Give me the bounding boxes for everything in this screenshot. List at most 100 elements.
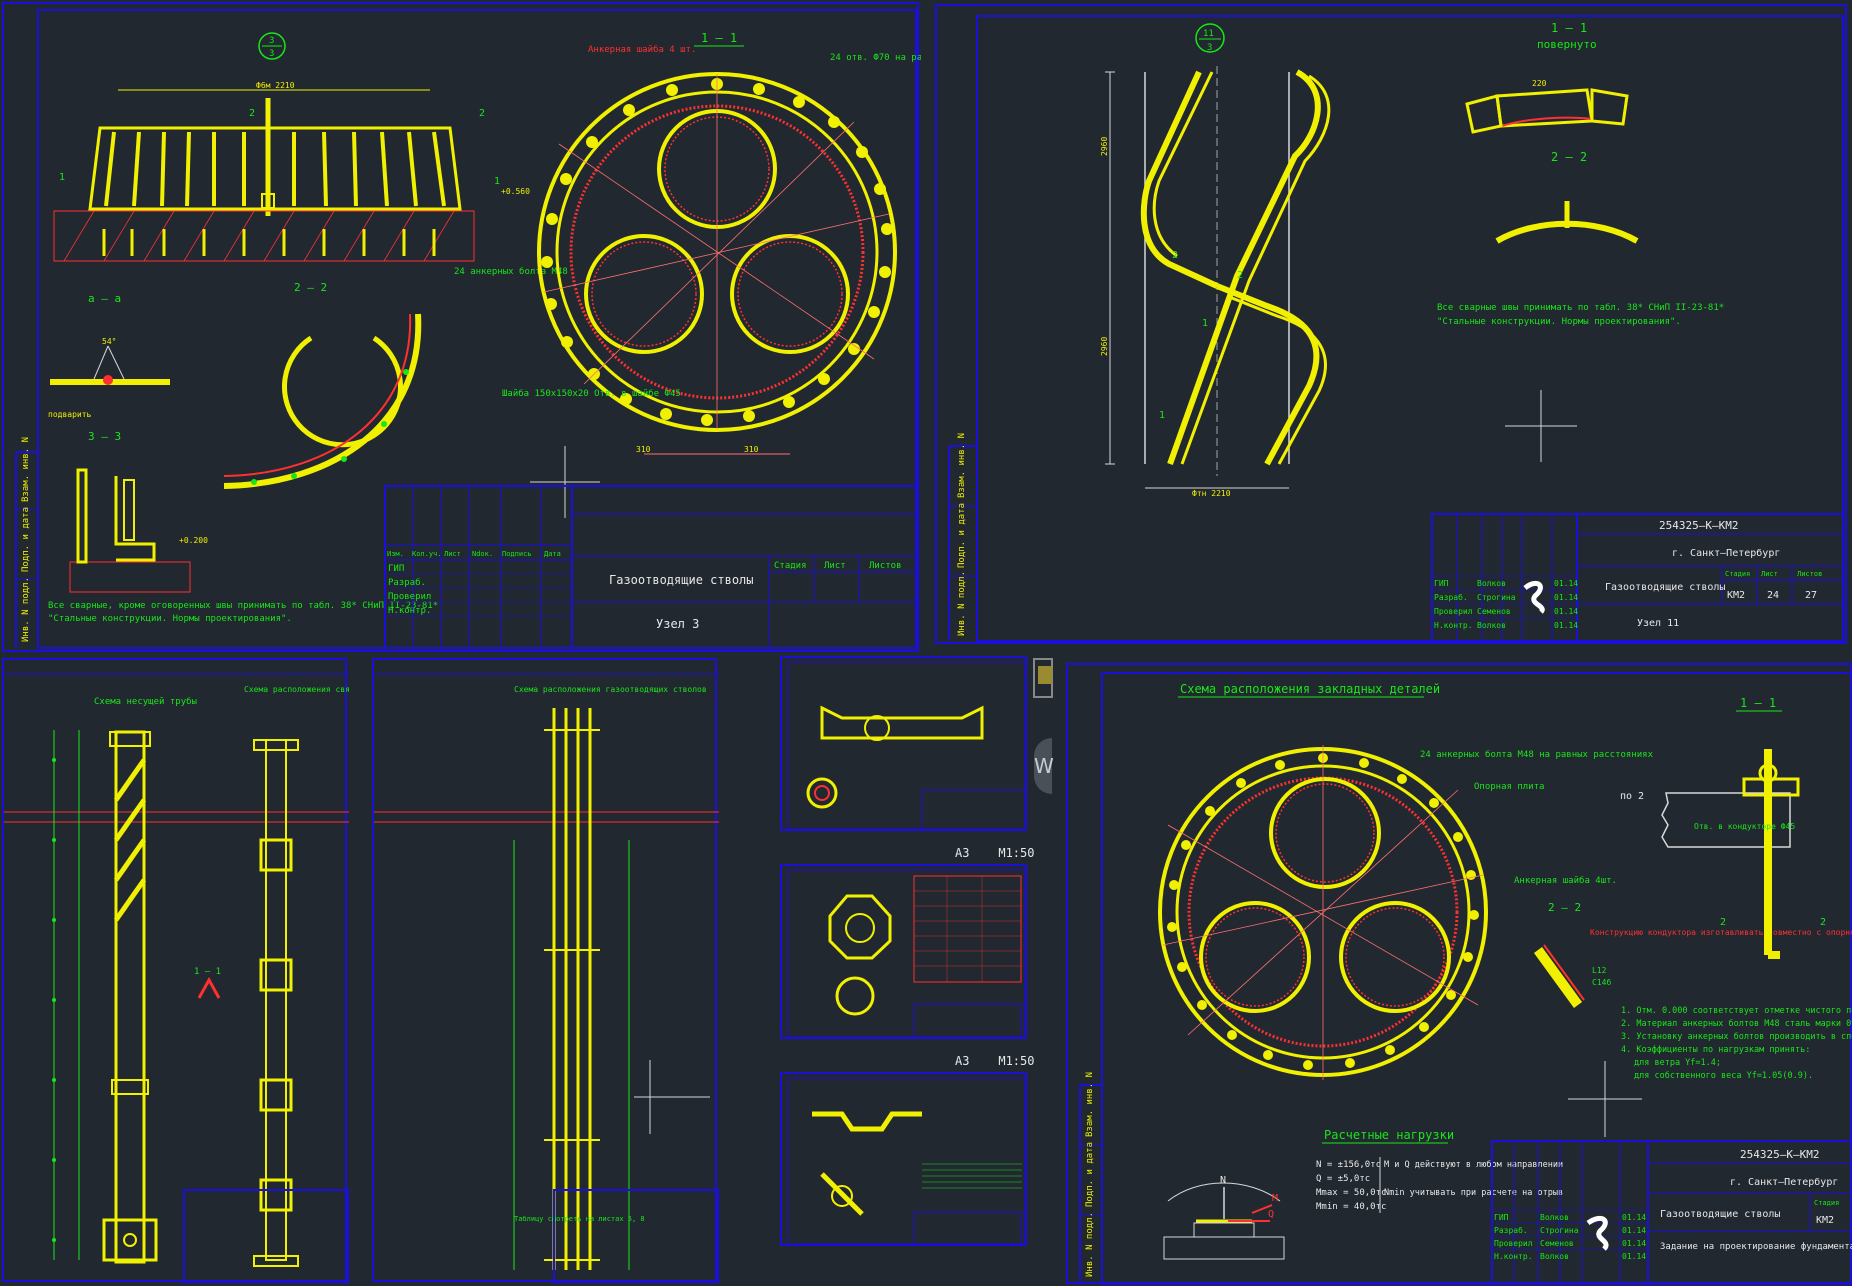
tb-header: Изм.	[387, 550, 404, 558]
thumbnail-format: А3 М1:50	[955, 846, 1034, 860]
load-value: Mmin = 40,0тс	[1316, 1202, 1386, 1212]
callout: по 2	[1620, 791, 1644, 802]
drawing-sheet-stacks-layout[interactable]: Схема расположения газоотводящих стволов…	[372, 658, 719, 1284]
svg-text:2: 2	[249, 108, 255, 119]
callout: L12	[1592, 966, 1607, 975]
thumbnail-canvas	[787, 1077, 1026, 1245]
thumbnail-sheet-1[interactable]	[780, 656, 1027, 831]
drawing-note: "Стальные конструкции. Нормы проектирова…	[48, 614, 292, 624]
dimension: Ф6м 2210	[256, 81, 295, 90]
dimension: 2960	[1100, 337, 1109, 356]
tb-role: Н.контр.	[1494, 1252, 1533, 1261]
thumbnail-scale-label: М1:50	[998, 1054, 1035, 1068]
tb-city: г. Санкт–Петербург	[1672, 547, 1780, 559]
view-title: Схема расположения закладных деталей	[1180, 682, 1440, 696]
drawing-sheet-foundation-task[interactable]: Взам. инв. N Подп. и дата Инв. N подл. С…	[1066, 663, 1852, 1285]
callout: 24 анкерных болта М48	[454, 266, 568, 277]
section-title: 1 – 1	[1740, 696, 1776, 710]
tb-sheets-label: Листов	[869, 561, 902, 571]
sheet-bearing-pipe-canvas: Схема несущей трубы Схема расположения с…	[4, 673, 349, 1284]
thumbnail-sheet-2[interactable]	[780, 864, 1027, 1039]
callout: 24 анкерных болта М48 на равных расстоян…	[1420, 749, 1654, 760]
callout: Конструкцию кондуктора изготавливать сов…	[1590, 927, 1852, 937]
tb-code: 254325–К–КМ2	[1659, 519, 1738, 532]
thumbnail-canvas	[787, 869, 1026, 1038]
tb-stage-label: Стадия	[1814, 1199, 1839, 1207]
tb-date: 01.14	[1622, 1252, 1646, 1261]
tb-role: Проверил	[1434, 607, 1473, 616]
elevation-mark: +0.560	[501, 187, 530, 196]
note-line: для собственного веса Yf=1.05(0.9).	[1634, 1070, 1813, 1081]
callout: подварить	[48, 410, 92, 419]
tb-name: Семенов	[1477, 607, 1511, 616]
collapsed-panel-tab[interactable]: W	[1034, 738, 1054, 794]
tb-sheets-value: 27	[1805, 590, 1817, 601]
tb-node: Узел 3	[656, 617, 699, 631]
tb-name: Волков	[1477, 579, 1506, 588]
thumbnail-strip-small[interactable]	[1033, 658, 1053, 698]
drawing-sheet-node-3[interactable]: Взам. инв. N Подп. и дата Инв. N подл. 3…	[2, 2, 921, 652]
tb-role: Разраб.	[1494, 1225, 1528, 1235]
svg-text:1: 1	[1202, 318, 1208, 329]
thumbnail-scale-label: М1:50	[998, 846, 1035, 860]
view-title: Схема несущей трубы	[94, 696, 197, 707]
tb-name: Волков	[1540, 1252, 1569, 1261]
tb-stage-value: КМ2	[1816, 1215, 1834, 1226]
thumbnail-sheet-3[interactable]	[780, 1072, 1027, 1246]
sheet-foundation-task-canvas: Взам. инв. N Подп. и дата Инв. N подл. С…	[1079, 672, 1852, 1285]
angle-dim: 54°	[102, 337, 116, 346]
view-label: 2 – 2	[294, 281, 327, 294]
tb-role: ГИП	[388, 564, 404, 574]
drawing-sheet-node-11[interactable]: Взам. инв. N Подп. и дата Инв. N подл. 1…	[935, 4, 1847, 644]
tb-title: Газоотводящие стволы	[1605, 582, 1725, 593]
view-label: 3 – 3	[88, 430, 121, 443]
tb-header: Кол.уч.	[412, 550, 442, 558]
dimension: 310	[744, 445, 759, 454]
thumbnail-format-label: А3	[955, 846, 970, 860]
callout: Отв. в кондукторе Ф45	[1694, 822, 1795, 831]
section-title: 1 – 1	[701, 31, 737, 45]
tb-node: Узел 11	[1637, 618, 1679, 629]
tb-role: ГИП	[1434, 579, 1449, 588]
tb-date: 01.14	[1622, 1213, 1646, 1222]
tb-name: Строгина	[1540, 1226, 1579, 1235]
tb-node: Задание на проектирование фундамента	[1660, 1242, 1852, 1252]
svg-text:3: 3	[269, 36, 274, 46]
sheet-stacks-layout-canvas: Схема расположения газоотводящих стволов…	[374, 673, 719, 1284]
side-label: Взам. инв. N	[21, 437, 31, 502]
dimension: 2960	[1100, 137, 1109, 156]
svg-text:2: 2	[1172, 250, 1178, 261]
load-value: Mmax = 50,0тс	[1316, 1188, 1386, 1198]
tb-role: Разраб.	[388, 577, 426, 588]
note-line: для ветра Yf=1.4;	[1634, 1058, 1721, 1068]
note-line: 1. Отм. 0.000 соответствует отметке чист…	[1621, 1006, 1852, 1016]
tb-sheet-value: 24	[1767, 590, 1779, 601]
tb-name: Волков	[1477, 621, 1506, 630]
force-label: N	[1220, 1175, 1226, 1186]
svg-text:11: 11	[1203, 29, 1214, 39]
tb-role: Проверил	[388, 592, 431, 602]
callout: Опорная плита	[1474, 782, 1544, 792]
section-subtitle: повернуто	[1537, 38, 1597, 51]
tb-header: Лист	[444, 550, 461, 558]
drawing-sheet-bearing-pipe[interactable]: Схема несущей трубы Схема расположения с…	[2, 658, 349, 1284]
tb-title: Газоотводящие стволы	[1660, 1209, 1780, 1220]
side-label: Инв. N подл.	[957, 571, 967, 636]
side-label: Взам. инв. N	[1085, 1072, 1095, 1137]
force-label: Q	[1268, 1209, 1274, 1220]
view-title: Схема расположения связей и площадок	[244, 685, 349, 694]
callout: 24 отв. Ф70 на равных расстояниях	[830, 53, 921, 63]
tb-header: Ndок.	[472, 550, 493, 558]
title-block: Изм. Кол.уч. Лист Ndок. Подпись Дата ГИП…	[384, 485, 917, 649]
tb-role: Разраб.	[1434, 592, 1468, 602]
tb-role: Проверил	[1494, 1239, 1533, 1248]
tb-stage-value: КМ2	[1727, 590, 1745, 601]
side-label: Инв. N подл.	[1085, 1212, 1095, 1277]
side-label: Инв. N подл.	[21, 577, 31, 642]
side-label: Подп. и дата	[1085, 1142, 1095, 1207]
callout: Анкерная шайба 4 шт.	[588, 44, 696, 55]
tb-date: 01.14	[1622, 1239, 1646, 1248]
elevation-mark: +0.200	[179, 536, 208, 545]
load-note: Nmin учитывать при расчете на отрыв	[1384, 1188, 1563, 1198]
svg-text:1: 1	[59, 172, 65, 183]
